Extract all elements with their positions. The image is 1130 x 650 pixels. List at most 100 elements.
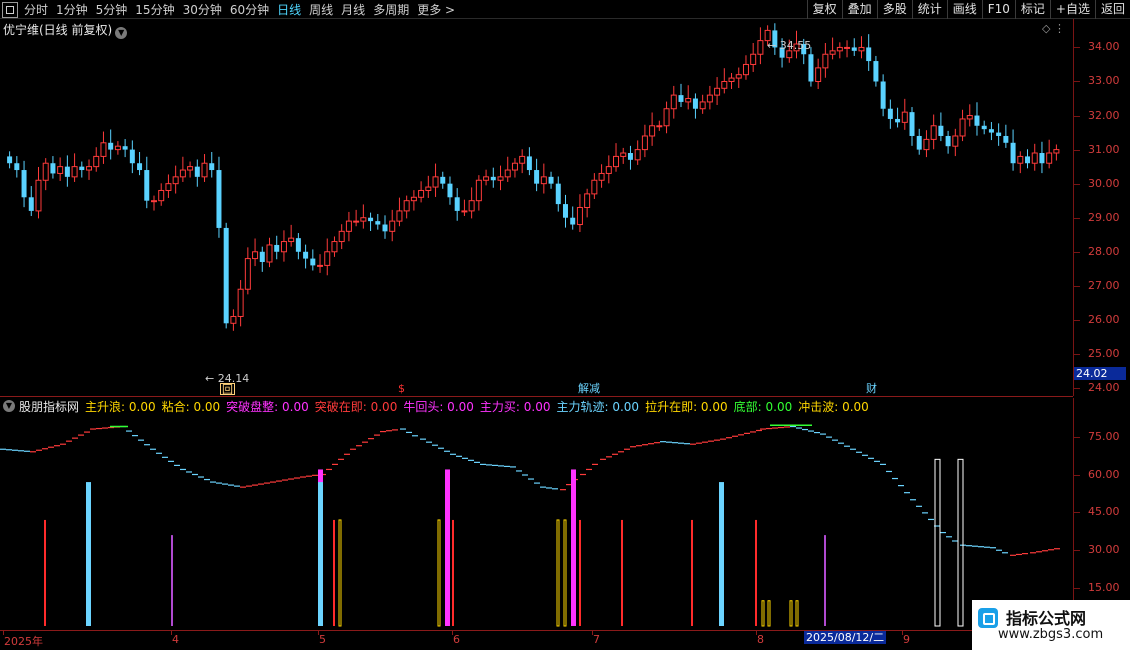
candle-body[interactable] <box>150 200 157 203</box>
candle-body[interactable] <box>627 153 633 160</box>
candle-body[interactable] <box>108 142 114 150</box>
candle-body[interactable] <box>187 166 194 171</box>
candle-body[interactable] <box>79 166 85 171</box>
candle-body[interactable] <box>230 315 237 324</box>
candle-body[interactable] <box>742 63 749 76</box>
toolbar-button-1[interactable]: 叠加 <box>841 0 877 19</box>
indicator-legend-item[interactable]: 主力轨迹: 0.00 <box>556 398 639 415</box>
candle-body[interactable] <box>829 50 836 55</box>
candle-body[interactable] <box>916 135 922 150</box>
toolbar-button-3[interactable]: 统计 <box>911 0 947 19</box>
candle-body[interactable] <box>353 220 360 223</box>
candle-body[interactable] <box>93 155 100 168</box>
candle-body[interactable] <box>519 155 526 164</box>
candle-body[interactable] <box>237 288 244 317</box>
candle-body[interactable] <box>244 258 251 290</box>
candle-body[interactable] <box>396 210 403 222</box>
toolbar-button-8[interactable]: 返回 <box>1094 0 1130 19</box>
candle-body[interactable] <box>945 135 951 147</box>
candle-body[interactable] <box>165 183 172 191</box>
candle-body[interactable] <box>418 189 425 198</box>
candle-body[interactable] <box>201 162 208 178</box>
candle-body[interactable] <box>858 46 865 52</box>
tab-period-8[interactable]: 月线 <box>341 1 365 18</box>
candle-body[interactable] <box>490 176 496 181</box>
candle-body[interactable] <box>570 217 576 225</box>
candle-body[interactable] <box>966 115 973 120</box>
candle-body[interactable] <box>497 176 504 181</box>
candle-body[interactable] <box>21 170 27 198</box>
candle-body[interactable] <box>815 67 822 82</box>
candle-body[interactable] <box>822 53 829 69</box>
candle-body[interactable] <box>699 101 706 110</box>
candle-body[interactable] <box>735 74 742 79</box>
candle-body[interactable] <box>974 115 980 126</box>
indicator-legend-item[interactable]: 牛回头: 0.00 <box>403 398 474 415</box>
candle-body[interactable] <box>873 61 879 82</box>
candle-body[interactable] <box>360 217 367 222</box>
candle-body[interactable] <box>851 47 857 51</box>
candle-body[interactable] <box>692 98 698 109</box>
candle-body[interactable] <box>576 207 583 226</box>
tab-period-1[interactable]: 1分钟 <box>56 1 88 18</box>
indicator-legend-item[interactable]: 主升浪: 0.00 <box>85 398 156 415</box>
candle-body[interactable] <box>981 125 987 130</box>
toolbar-button-7[interactable]: +自选 <box>1049 0 1095 19</box>
candle-body[interactable] <box>887 108 893 119</box>
candle-body[interactable] <box>144 170 150 201</box>
candlestick-chart[interactable] <box>0 19 1073 396</box>
chevron-down-icon[interactable]: ▼ <box>3 400 15 412</box>
candle-body[interactable] <box>389 220 396 232</box>
candle-body[interactable] <box>86 166 93 171</box>
candle-body[interactable] <box>454 197 460 211</box>
candle-body[interactable] <box>598 172 605 181</box>
candle-body[interactable] <box>641 135 648 151</box>
candle-body[interactable] <box>252 251 259 260</box>
candle-body[interactable] <box>959 118 966 137</box>
candle-body[interactable] <box>338 230 345 243</box>
candle-body[interactable] <box>504 169 511 178</box>
candle-body[interactable] <box>129 149 135 164</box>
candle-body[interactable] <box>1003 135 1009 143</box>
tab-period-10[interactable]: 更多 > <box>417 1 455 18</box>
candle-body[interactable] <box>511 162 518 171</box>
candle-body[interactable] <box>14 163 20 171</box>
candle-body[interactable] <box>137 163 143 171</box>
indicator-name[interactable]: 股朋指标网 <box>19 398 79 415</box>
candle-body[interactable] <box>295 238 301 252</box>
candle-body[interactable] <box>345 220 352 232</box>
candle-body[interactable] <box>923 138 930 151</box>
candle-body[interactable] <box>901 111 908 123</box>
candle-body[interactable] <box>288 237 295 243</box>
tab-period-6[interactable]: 日线 <box>277 1 301 18</box>
candle-body[interactable] <box>866 47 872 62</box>
marker-jiejian[interactable]: 解减 <box>578 383 600 395</box>
candle-body[interactable] <box>656 125 663 128</box>
candle-body[interactable] <box>555 183 561 205</box>
candle-body[interactable] <box>836 46 843 52</box>
candle-body[interactable] <box>432 176 439 188</box>
candle-body[interactable] <box>331 241 338 253</box>
candle-body[interactable] <box>122 146 128 150</box>
indicator-legend-item[interactable]: 主力买: 0.00 <box>480 398 551 415</box>
candle-body[interactable] <box>895 118 901 123</box>
candle-body[interactable] <box>172 176 179 185</box>
candle-body[interactable] <box>194 166 200 177</box>
window-toggle-icon[interactable] <box>2 1 18 18</box>
indicator-chart[interactable] <box>0 398 1073 630</box>
candle-body[interactable] <box>952 135 959 147</box>
indicator-legend-item[interactable]: 粘合: 0.00 <box>162 398 221 415</box>
candle-body[interactable] <box>468 200 475 212</box>
tab-period-4[interactable]: 30分钟 <box>183 1 222 18</box>
candle-body[interactable] <box>71 166 78 178</box>
candle-body[interactable] <box>447 183 453 198</box>
candle-body[interactable] <box>728 77 735 82</box>
candle-body[interactable] <box>7 156 13 164</box>
candle-body[interactable] <box>685 98 692 103</box>
candle-body[interactable] <box>303 251 309 259</box>
candle-body[interactable] <box>28 197 34 211</box>
candle-body[interactable] <box>100 142 107 157</box>
indicator-legend-item[interactable]: 突破盘整: 0.00 <box>226 398 309 415</box>
indicator-legend-item[interactable]: 底部: 0.00 <box>734 398 793 415</box>
tab-period-0[interactable]: 分时 <box>24 1 48 18</box>
